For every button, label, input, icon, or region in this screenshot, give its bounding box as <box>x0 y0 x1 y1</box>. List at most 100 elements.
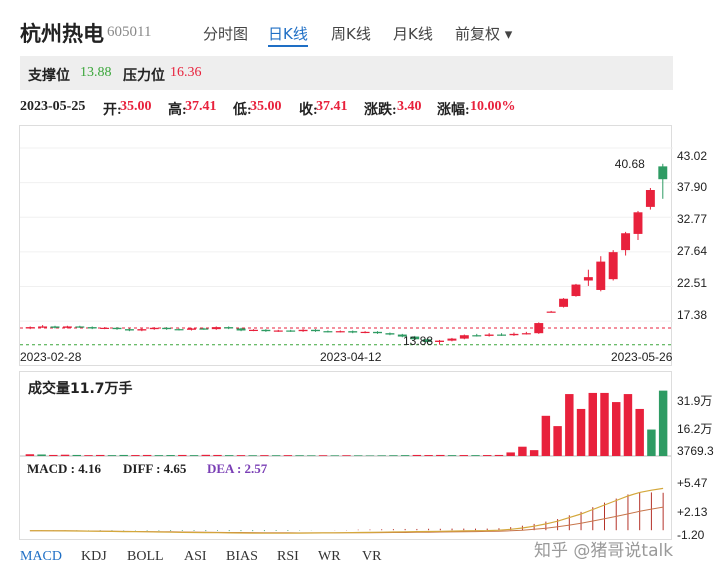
candle-body <box>484 334 494 336</box>
volume-bar <box>576 408 586 457</box>
candle-body <box>559 298 569 307</box>
tab-vr[interactable]: VR <box>362 549 381 565</box>
close-value: 37.41 <box>316 99 348 114</box>
candle-body <box>112 327 122 330</box>
change-label: 涨跌: <box>364 103 397 118</box>
volume-tick: 3769.3 <box>677 444 714 458</box>
candle-body <box>546 311 556 313</box>
dea-value: DEA : 2.57 <box>207 461 268 476</box>
open-label: 开: <box>103 103 122 118</box>
tab-monthly-k[interactable]: 月K线 <box>393 23 433 44</box>
candle-body <box>447 338 457 341</box>
volume-bar <box>600 392 609 457</box>
candle-body <box>286 330 296 332</box>
max-price-label: 40.68 <box>615 157 645 171</box>
stock-header: 杭州热电 605011 分时图 日K线 周K线 月K线 前复权 ▾ <box>0 0 723 50</box>
candle-body <box>596 261 606 290</box>
low-label: 低: <box>233 103 252 118</box>
candle-body <box>100 327 110 329</box>
candle-body <box>199 328 209 330</box>
stock-code: 605011 <box>107 24 152 40</box>
kline-chart: 13.88 40.68 <box>20 147 673 348</box>
candle-body <box>124 329 134 331</box>
candle-body <box>472 335 482 337</box>
pct-value: 10.00% <box>470 99 516 114</box>
macd-value: MACD : 4.16 <box>27 461 102 476</box>
tab-wr[interactable]: WR <box>318 549 341 565</box>
candle-body <box>249 329 258 332</box>
quote-date: 2023-05-25 <box>20 99 86 114</box>
candle-body <box>583 277 593 281</box>
candle-body <box>174 329 184 331</box>
price-tick: 37.90 <box>677 180 708 194</box>
candle-body <box>162 327 172 330</box>
candle-body <box>633 212 643 234</box>
resistance-value: 16.36 <box>170 65 202 80</box>
candle-body <box>608 252 618 280</box>
candle-body <box>385 333 395 335</box>
candle-body <box>75 326 85 328</box>
volume-tick: 16.2万 <box>677 422 713 436</box>
candle-body <box>137 329 147 331</box>
date-tick: 2023-05-26 <box>611 350 673 364</box>
tab-weekly-k[interactable]: 周K线 <box>331 23 371 44</box>
volume-bar <box>588 392 597 457</box>
open-value: 35.00 <box>120 99 152 114</box>
price-tick: 27.64 <box>677 244 708 258</box>
candle-body <box>658 166 668 180</box>
kline-panel[interactable]: 13.88 40.68 <box>19 125 673 366</box>
candle-body <box>87 327 97 329</box>
volume-bar <box>565 394 574 457</box>
tab-boll[interactable]: BOLL <box>127 549 164 565</box>
candle-body <box>335 331 345 333</box>
candle-body <box>348 331 358 333</box>
candle-body <box>311 329 320 332</box>
volume-title: 成交量11.7万手 <box>28 381 133 397</box>
stock-name: 杭州热电 <box>20 22 104 46</box>
tab-asi[interactable]: ASI <box>184 549 207 565</box>
date-tick: 2023-04-12 <box>320 350 382 364</box>
price-tick: 43.02 <box>677 149 708 163</box>
tab-daily-k[interactable]: 日K线 <box>268 23 308 44</box>
tab-bias[interactable]: BIAS <box>226 549 258 565</box>
dea-line <box>29 506 664 534</box>
close-label: 收: <box>299 103 318 118</box>
pct-label: 涨幅: <box>437 103 470 118</box>
candle-body <box>273 330 283 332</box>
tab-kdj[interactable]: KDJ <box>81 549 107 565</box>
macd-tick: +2.13 <box>677 505 708 519</box>
volume-bar <box>635 408 644 457</box>
support-label: 支撑位 <box>28 68 70 84</box>
tab-rsi[interactable]: RSI <box>277 549 299 565</box>
volume-bar <box>612 402 621 457</box>
macd-panel[interactable] <box>19 456 672 540</box>
candle-body <box>571 284 581 297</box>
candle-body <box>38 326 48 328</box>
volume-bar <box>541 415 551 457</box>
candle-body <box>224 327 234 329</box>
candle-body <box>360 331 370 334</box>
candle-body <box>645 190 655 207</box>
tab-macd[interactable]: MACD <box>20 549 62 565</box>
volume-bar <box>553 426 562 457</box>
change-value: 3.40 <box>397 99 422 114</box>
tab-intraday[interactable]: 分时图 <box>203 23 248 44</box>
candle-body <box>50 326 60 328</box>
candle-body <box>186 328 196 330</box>
diff-value: DIFF : 4.65 <box>123 461 187 476</box>
low-value: 35.00 <box>250 99 282 114</box>
high-value: 37.41 <box>185 99 217 114</box>
candle-body <box>435 340 444 342</box>
price-tick: 17.38 <box>677 308 708 322</box>
candle-body <box>298 329 308 332</box>
candle-body <box>261 329 271 332</box>
adjust-dropdown[interactable]: 前复权 ▾ <box>455 23 512 44</box>
price-tick: 32.77 <box>677 212 708 226</box>
support-marker-label: 13.88 <box>403 334 433 348</box>
active-tab-indicator <box>268 45 308 47</box>
candle-body <box>621 233 631 251</box>
macd-chart <box>29 487 664 534</box>
volume-bar <box>623 394 633 457</box>
support-resistance-bar: 支撑位 13.88 压力位 16.36 <box>20 56 673 90</box>
candle-body <box>459 335 469 339</box>
